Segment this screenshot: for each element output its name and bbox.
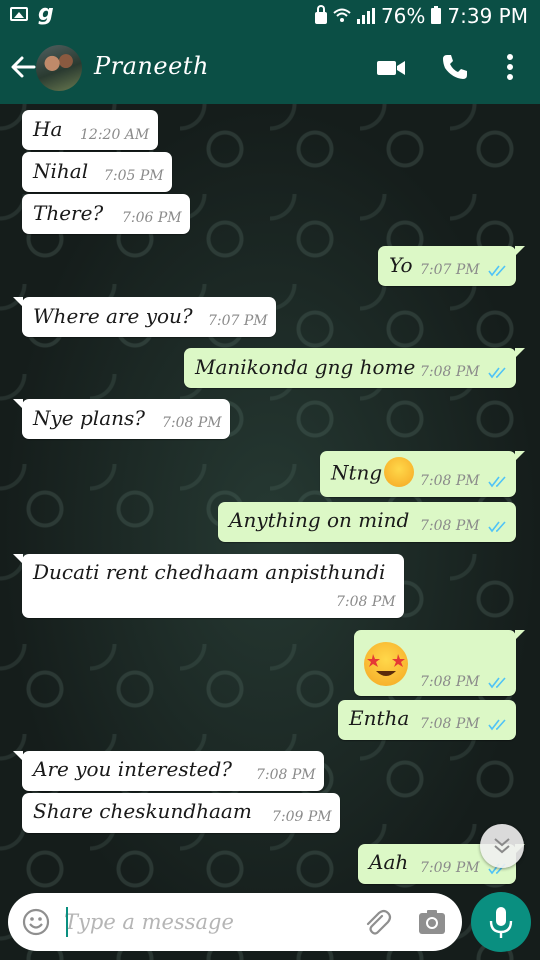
message-time: 7:08 PM <box>336 594 396 610</box>
message-incoming[interactable]: Share cheskundhaam 7:09 PM <box>22 793 340 833</box>
message-time: 7:09 PM <box>420 860 480 876</box>
message-text: Entha <box>349 706 410 730</box>
message-text: There? <box>33 201 104 225</box>
phone-icon[interactable] <box>440 52 470 82</box>
message-incoming[interactable]: Nihal 7:05 PM <box>22 152 172 192</box>
battery-percent: 76% <box>380 4 426 28</box>
read-ticks-icon <box>488 367 506 379</box>
signal-icon <box>356 8 375 24</box>
g-app-icon: g <box>38 1 54 26</box>
message-text: Ntng <box>331 457 415 489</box>
chat-area[interactable]: Ha 12:20 AM Nihal 7:05 PM There? 7:06 PM… <box>0 104 540 960</box>
message-time: 12:20 AM <box>80 127 150 143</box>
message-time: 7:05 PM <box>104 168 164 184</box>
disappointed-face-emoji <box>384 457 415 487</box>
message-time: 7:08 PM <box>420 473 480 489</box>
message-text: Are you interested? <box>33 757 232 781</box>
message-incoming[interactable]: Where are you? 7:07 PM <box>13 297 276 337</box>
star-struck-emoji <box>364 642 408 686</box>
message-time: 7:08 PM <box>162 415 222 431</box>
read-ticks-icon <box>488 476 506 488</box>
message-text: Where are you? <box>33 304 193 328</box>
back-arrow-icon[interactable] <box>8 52 38 82</box>
message-outgoing[interactable]: Anything on mind 7:08 PM <box>218 502 516 542</box>
text-caret <box>66 907 68 937</box>
gallery-icon <box>10 7 28 21</box>
message-composer <box>8 893 462 951</box>
message-time: 7:08 PM <box>256 767 316 783</box>
message-incoming[interactable]: Nye plans? 7:08 PM <box>13 399 230 439</box>
scroll-to-bottom-button[interactable] <box>480 824 524 868</box>
message-text: Ducati rent chedhaam anpisthundi <box>33 560 386 584</box>
emoji-icon[interactable] <box>22 908 50 936</box>
message-outgoing[interactable]: Ntng 7:08 PM <box>320 451 525 497</box>
message-time: 7:09 PM <box>272 809 332 825</box>
message-outgoing[interactable]: Manikonda gng home 7:08 PM <box>184 348 525 388</box>
microphone-icon <box>489 907 513 938</box>
read-ticks-icon <box>488 677 506 689</box>
message-text: Aah <box>369 850 409 874</box>
message-time: 7:07 PM <box>208 313 268 329</box>
read-ticks-icon <box>488 265 506 277</box>
status-bar: g 76% 7:39 PM <box>0 0 540 32</box>
message-text: Nye plans? <box>33 406 145 430</box>
contact-name[interactable]: Praneeth <box>94 52 209 80</box>
message-time: 7:07 PM <box>420 262 480 278</box>
chat-header: Praneeth <box>0 32 540 104</box>
message-input[interactable] <box>64 905 354 939</box>
clock: 7:39 PM <box>447 4 528 28</box>
message-outgoing[interactable]: Entha 7:08 PM <box>338 700 516 740</box>
read-ticks-icon <box>488 521 506 533</box>
message-time: 7:06 PM <box>122 210 182 226</box>
message-text-part: Ntng <box>331 460 383 485</box>
lock-icon <box>314 5 327 24</box>
message-time: 7:08 PM <box>420 716 480 732</box>
battery-icon <box>431 6 442 24</box>
message-text: Yo <box>389 253 413 277</box>
more-vertical-icon[interactable] <box>498 52 522 82</box>
double-chevron-down-icon <box>494 838 510 854</box>
video-call-icon[interactable] <box>376 56 406 80</box>
read-ticks-icon <box>488 719 506 731</box>
avatar[interactable] <box>36 45 82 91</box>
message-incoming[interactable]: Ha 12:20 AM <box>22 110 158 150</box>
message-text: Share cheskundhaam <box>33 799 252 823</box>
paperclip-icon[interactable] <box>362 907 392 937</box>
message-time: 7:08 PM <box>420 364 480 380</box>
mic-button[interactable] <box>471 892 531 952</box>
wifi-icon <box>333 8 351 22</box>
message-text: Anything on mind <box>229 508 410 532</box>
message-incoming[interactable]: Are you interested? 7:08 PM <box>13 751 324 791</box>
message-incoming[interactable]: There? 7:06 PM <box>22 194 190 234</box>
message-text: Ha <box>33 117 63 141</box>
message-outgoing[interactable]: Yo 7:07 PM <box>378 246 525 286</box>
message-incoming[interactable]: Ducati rent chedhaam anpisthundi 7:08 PM <box>13 554 404 618</box>
message-time: 7:08 PM <box>420 518 480 534</box>
message-text: Nihal <box>33 159 89 183</box>
message-outgoing[interactable]: 7:08 PM <box>354 630 525 696</box>
camera-icon[interactable] <box>418 908 446 936</box>
message-text: Manikonda gng home <box>195 355 416 379</box>
message-time: 7:08 PM <box>420 674 480 690</box>
